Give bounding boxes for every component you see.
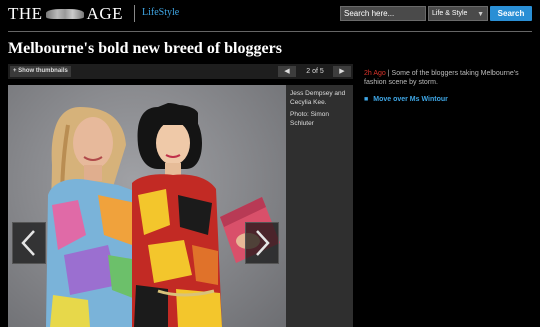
- bullet-icon: ■: [364, 96, 369, 103]
- summary-timestamp: 2h Ago: [364, 70, 386, 77]
- crest-icon: [45, 9, 84, 19]
- related-link-label: Move over Ms Wintour: [373, 96, 448, 103]
- logo-text-the: THE: [8, 4, 43, 23]
- search-button[interactable]: Search: [490, 6, 532, 21]
- show-thumbnails-button[interactable]: + Show thumbnails: [10, 66, 71, 77]
- chevron-down-icon: ▼: [477, 11, 484, 18]
- site-logo[interactable]: THE AGE: [8, 3, 123, 25]
- photo-illustration: [46, 103, 280, 327]
- logo-text-age: AGE: [86, 4, 123, 23]
- section-link[interactable]: LifeStyle: [142, 7, 179, 18]
- next-arrow-icon: ▶: [339, 68, 345, 75]
- header-divider: [8, 31, 532, 32]
- photo-counter: 2 of 5: [306, 68, 324, 75]
- page-title: Melbourne's bold new breed of bloggers: [8, 40, 282, 57]
- photo-credit: Photo: Simon Schluter: [290, 111, 330, 127]
- photo-prev-arrow[interactable]: [12, 222, 46, 264]
- photo-next-arrow[interactable]: [245, 222, 279, 264]
- prev-photo-button[interactable]: ◀: [278, 66, 296, 77]
- logo-divider: [134, 5, 135, 22]
- gallery-photo: [8, 85, 286, 327]
- summary-separator: |: [387, 70, 390, 77]
- search-input[interactable]: Search here...: [340, 6, 426, 21]
- search-scope-value: Life & Style: [432, 10, 468, 17]
- search-scope-select[interactable]: Life & Style ▼: [428, 6, 488, 21]
- chevron-left-icon: [21, 230, 35, 256]
- related-link[interactable]: ■ Move over Ms Wintour: [364, 96, 448, 103]
- gallery-summary: 2h Ago | Some of the bloggers taking Mel…: [364, 69, 534, 87]
- photo-caption: Jess Dempsey and Cecylia Kee.: [290, 90, 346, 106]
- next-photo-button[interactable]: ▶: [333, 66, 351, 77]
- chevron-right-icon: [256, 230, 270, 256]
- prev-arrow-icon: ◀: [284, 68, 290, 75]
